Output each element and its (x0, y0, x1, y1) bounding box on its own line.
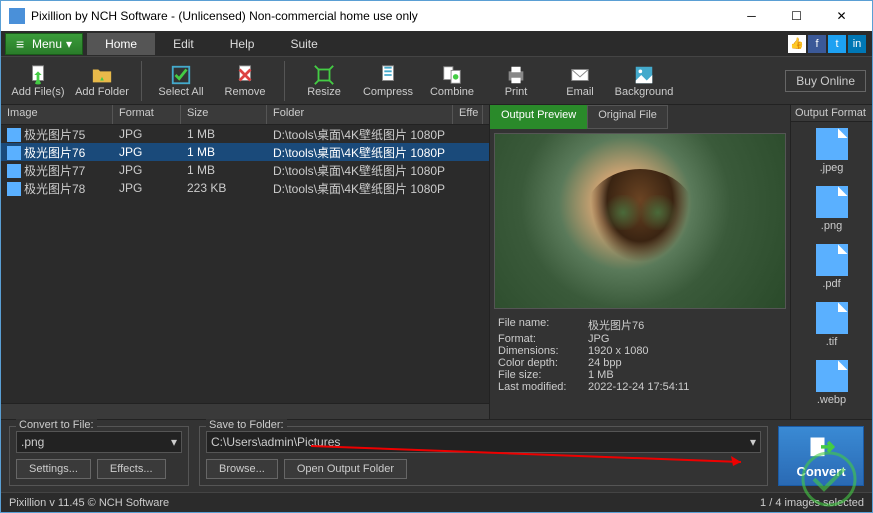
minimize-button[interactable]: ─ (729, 1, 774, 31)
format-webp[interactable]: .webp (791, 354, 872, 412)
file-icon (816, 128, 848, 160)
header-format[interactable]: Format (113, 105, 181, 124)
open-output-folder-button[interactable]: Open Output Folder (284, 459, 407, 479)
save-folder-select[interactable]: C:\Users\admin\Pictures▾ (206, 431, 761, 453)
add-files-button[interactable]: Add File(s) (7, 58, 69, 104)
email-button[interactable]: Email (549, 58, 611, 104)
table-row[interactable]: 极光图片77JPG1 MBD:\tools\桌面\4K壁纸图片 1080P (1, 161, 489, 179)
browse-button[interactable]: Browse... (206, 459, 278, 479)
menubar: Menu▾ Home Edit Help Suite 👍 f t in (1, 31, 872, 57)
output-format-header: Output Format (791, 105, 872, 122)
file-icon (816, 244, 848, 276)
settings-button[interactable]: Settings... (16, 459, 91, 479)
facebook-icon[interactable]: f (808, 35, 826, 53)
tab-original-file[interactable]: Original File (587, 105, 668, 129)
close-button[interactable]: ✕ (819, 1, 864, 31)
tab-edit[interactable]: Edit (155, 33, 212, 55)
format-png[interactable]: .png (791, 180, 872, 238)
status-version: Pixillion v 11.45 © NCH Software (9, 497, 169, 509)
print-button[interactable]: Print (485, 58, 547, 104)
social-links: 👍 f t in (788, 35, 872, 53)
format-tif[interactable]: .tif (791, 296, 872, 354)
file-icon (816, 186, 848, 218)
twitter-icon[interactable]: t (828, 35, 846, 53)
file-icon (816, 360, 848, 392)
compress-button[interactable]: Compress (357, 58, 419, 104)
toolbar: Add File(s) Add Folder Select All Remove… (1, 57, 872, 105)
header-image[interactable]: Image (1, 105, 113, 124)
format-jpeg[interactable]: .jpeg (791, 122, 872, 180)
select-all-button[interactable]: Select All (150, 58, 212, 104)
add-folder-button[interactable]: Add Folder (71, 58, 133, 104)
window-title: Pixillion by NCH Software - (Unlicensed)… (31, 9, 729, 23)
file-icon (816, 302, 848, 334)
app-icon (9, 8, 25, 24)
tab-help[interactable]: Help (212, 33, 273, 55)
horizontal-scrollbar[interactable] (1, 403, 489, 419)
tab-home[interactable]: Home (87, 33, 155, 55)
linkedin-icon[interactable]: in (848, 35, 866, 53)
buy-online-button[interactable]: Buy Online (785, 70, 866, 92)
thumbsup-icon[interactable]: 👍 (788, 35, 806, 53)
table-row[interactable]: 极光图片76JPG1 MBD:\tools\桌面\4K壁纸图片 1080P (1, 143, 489, 161)
chevron-down-icon: ▾ (171, 435, 177, 449)
file-icon (7, 182, 21, 196)
convert-button[interactable]: Convert (778, 426, 864, 486)
preview-image (494, 133, 786, 309)
chevron-down-icon: ▾ (750, 435, 756, 449)
tab-suite[interactable]: Suite (272, 33, 335, 55)
resize-button[interactable]: Resize (293, 58, 355, 104)
background-button[interactable]: Background (613, 58, 675, 104)
titlebar: Pixillion by NCH Software - (Unlicensed)… (1, 1, 872, 31)
save-to-group: Save to Folder: C:\Users\admin\Pictures▾… (199, 426, 768, 486)
header-folder[interactable]: Folder (267, 105, 453, 124)
hamburger-icon (16, 36, 28, 52)
status-bar: Pixillion v 11.45 © NCH Software 1 / 4 i… (1, 492, 872, 512)
preview-panel: Output Preview Original File File name:极… (490, 105, 790, 419)
list-header: Image Format Size Folder Effe (1, 105, 489, 125)
status-selection: 1 / 4 images selected (760, 497, 864, 509)
file-list[interactable]: 极光图片75JPG1 MBD:\tools\桌面\4K壁纸图片 1080P 极光… (1, 125, 489, 403)
header-effects[interactable]: Effe (453, 105, 483, 124)
remove-button[interactable]: Remove (214, 58, 276, 104)
convert-format-select[interactable]: .png▾ (16, 431, 182, 453)
convert-to-group: Convert to File: .png▾ Settings... Effec… (9, 426, 189, 486)
menu-button[interactable]: Menu▾ (5, 33, 83, 55)
table-row[interactable]: 极光图片75JPG1 MBD:\tools\桌面\4K壁纸图片 1080P (1, 125, 489, 143)
header-size[interactable]: Size (181, 105, 267, 124)
effects-button[interactable]: Effects... (97, 459, 166, 479)
maximize-button[interactable]: ☐ (774, 1, 819, 31)
format-pdf[interactable]: .pdf (791, 238, 872, 296)
file-icon (7, 128, 21, 142)
file-icon (7, 164, 21, 178)
table-row[interactable]: 极光图片78JPG223 KBD:\tools\桌面\4K壁纸图片 1080P (1, 179, 489, 197)
tab-output-preview[interactable]: Output Preview (490, 105, 587, 129)
output-format-panel: Output Format .jpeg .png .pdf .tif .webp (790, 105, 872, 419)
combine-button[interactable]: Combine (421, 58, 483, 104)
preview-info: File name:极光图片76 Format:JPG Dimensions:1… (490, 313, 790, 397)
file-icon (7, 146, 21, 160)
